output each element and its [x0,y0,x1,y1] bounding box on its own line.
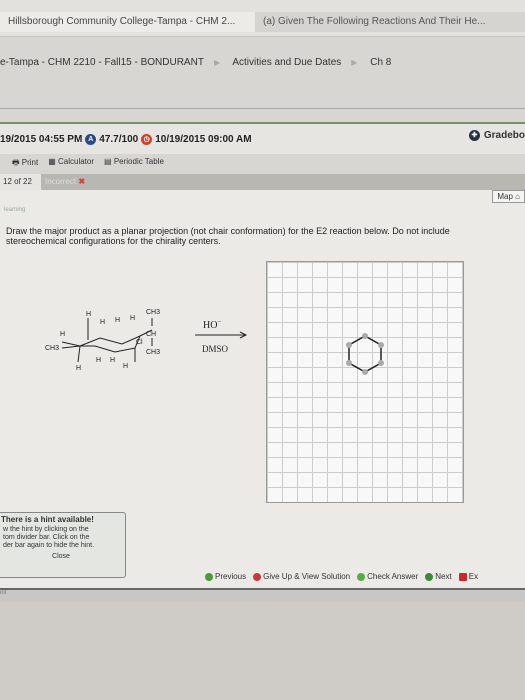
atom-label: H [60,331,65,338]
tab-hcc[interactable]: Hillsborough Community College-Tampa - C… [0,12,256,32]
gradebook-icon: ✚ [468,130,480,141]
solvent: DMSO [202,344,229,354]
atom-label: CH [146,331,156,338]
browser-tab-bar: Hillsborough Community College-Tampa - C… [0,0,525,37]
periodic-label: Periodic Table [113,157,164,166]
tab-question[interactable]: (a) Given The Following Reactions And Th… [255,12,525,32]
atom-label: H [130,315,135,322]
toolbar: 🖶 Print ▦ Calculator ▤ Periodic Table [12,157,164,171]
print-button[interactable]: 🖶 Print [12,157,38,171]
atom-label: Cl [136,339,143,346]
breadcrumb-chapter: Ch 8 [370,57,392,68]
give-up-button[interactable]: Give Up & View Solution [253,572,350,581]
drawing-canvas[interactable] [266,261,464,503]
atom-label: H [86,311,91,318]
check-answer-button[interactable]: Check Answer [357,572,418,581]
periodic-table-button[interactable]: ▤ Periodic Table [104,157,164,171]
status-label: Incorrect [45,177,77,186]
score-icon: A [85,134,97,145]
divider [0,108,525,109]
atom-label: CH3 [146,349,160,356]
hint-divider-bar[interactable]: int [0,588,525,602]
exit-icon [458,572,467,581]
start-date: 19/2015 04:55 PM [0,134,83,145]
score: 47.7/100 [99,134,139,145]
atom-label: CH3 [146,309,160,316]
previous-icon [205,572,213,581]
atom-label: H [100,319,105,326]
breadcrumb: e-Tampa - CHM 2210 - Fall15 - BONDURANT ▶… [0,57,401,68]
check-icon [357,572,366,581]
x-icon: ✖ [78,177,86,186]
hint-text: w the hint by clicking on the [3,526,89,533]
next-label: Next [435,572,452,581]
atom-label: CH3 [45,345,59,352]
gradebook-link[interactable]: ✚ Gradebo [468,130,525,141]
hint-bar-label: int [0,590,7,596]
hint-text: tom divider bar. Click on the [3,534,90,541]
atom-label: H [76,365,81,372]
chevron-right-icon: ▶ [213,58,221,67]
map-button[interactable]: Map ⌂ [492,190,525,203]
due-date: 10/19/2015 09:00 AM [155,134,252,145]
hint-title: There is a hint available! [1,515,94,524]
check-label: Check Answer [367,572,419,581]
atom-label: H [115,317,120,324]
reagent: HO− [203,318,221,331]
calculator-button[interactable]: ▦ Calculator [48,157,94,171]
question-number-tab: 12 of 22 [0,174,41,190]
exit-button[interactable]: Ex [458,572,479,581]
breadcrumb-activities[interactable]: Activities and Due Dates [232,57,341,68]
atom-label: H [96,357,101,364]
gradebook-label: Gradebo [483,130,525,141]
assignment-status-bar: 19/2015 04:55 PM A 47.7/100 ◷ 10/19/2015… [0,122,525,154]
incorrect-status: Incorrect ✖ [45,174,85,190]
atom-label: H [110,357,115,364]
due-clock-icon: ◷ [141,134,153,145]
hint-close-button[interactable]: Close [0,553,125,561]
reaction-scheme: H H H H H CH3 H H H H CH3 CH Cl CH3 HO− … [45,309,248,372]
give-up-icon [253,572,262,581]
map-label: Map [497,192,513,201]
atom-label: H [123,363,128,370]
previous-label: Previous [215,572,247,581]
hint-text: der bar again to hide the hint. [3,542,95,549]
chevron-right-icon: ▶ [351,58,358,67]
calculator-label: Calculator [58,157,95,166]
question-nav: Previous Give Up & View Solution Check A… [205,572,478,581]
question-text: Draw the major product as a planar proje… [6,226,450,246]
next-icon [425,572,434,581]
screen-bezel [0,602,525,700]
cyclohexane-template[interactable] [345,332,385,376]
print-label: Print [21,158,39,167]
brand-logo: learning [4,207,26,213]
exit-label: Ex [468,572,479,581]
next-button[interactable]: Next [425,572,452,581]
hint-box: There is a hint available! w the hint by… [0,512,126,578]
previous-button[interactable]: Previous [205,572,246,581]
breadcrumb-course[interactable]: e-Tampa - CHM 2210 - Fall15 - BONDURANT [0,57,204,68]
give-up-label: Give Up & View Solution [263,572,351,581]
